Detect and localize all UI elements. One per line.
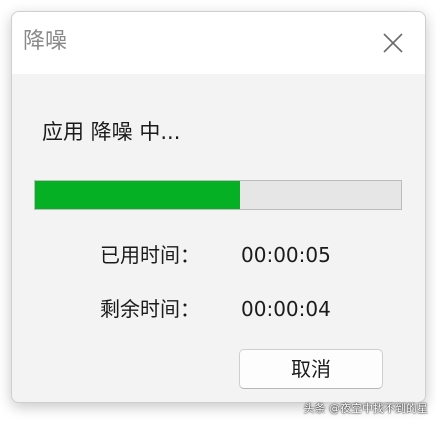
close-button[interactable] [376, 26, 410, 60]
dialog-content: 应用 降噪 中... 已用时间： 00:00:05 剩余时间： 00:00:04… [12, 74, 425, 402]
elapsed-time-label: 已用时间： [100, 243, 200, 267]
progress-bar [34, 180, 402, 210]
remaining-time-value: 00:00:04 [241, 297, 331, 321]
elapsed-time-value: 00:00:05 [241, 243, 331, 267]
dialog-title: 降噪 [23, 29, 68, 54]
remaining-time-label: 剩余时间： [100, 297, 200, 321]
close-icon [383, 33, 403, 53]
dialog-titlebar: 降噪 [12, 12, 425, 74]
watermark-text: 头条 @夜空中找不到的星 [303, 402, 429, 415]
status-text: 应用 降噪 中... [42, 120, 181, 144]
progress-bar-fill [35, 181, 240, 209]
cancel-button[interactable]: 取消 [239, 349, 383, 389]
noise-reduction-dialog: 降噪 应用 降噪 中... 已用时间： 00:00:05 剩余时间： 00:00… [11, 11, 426, 403]
